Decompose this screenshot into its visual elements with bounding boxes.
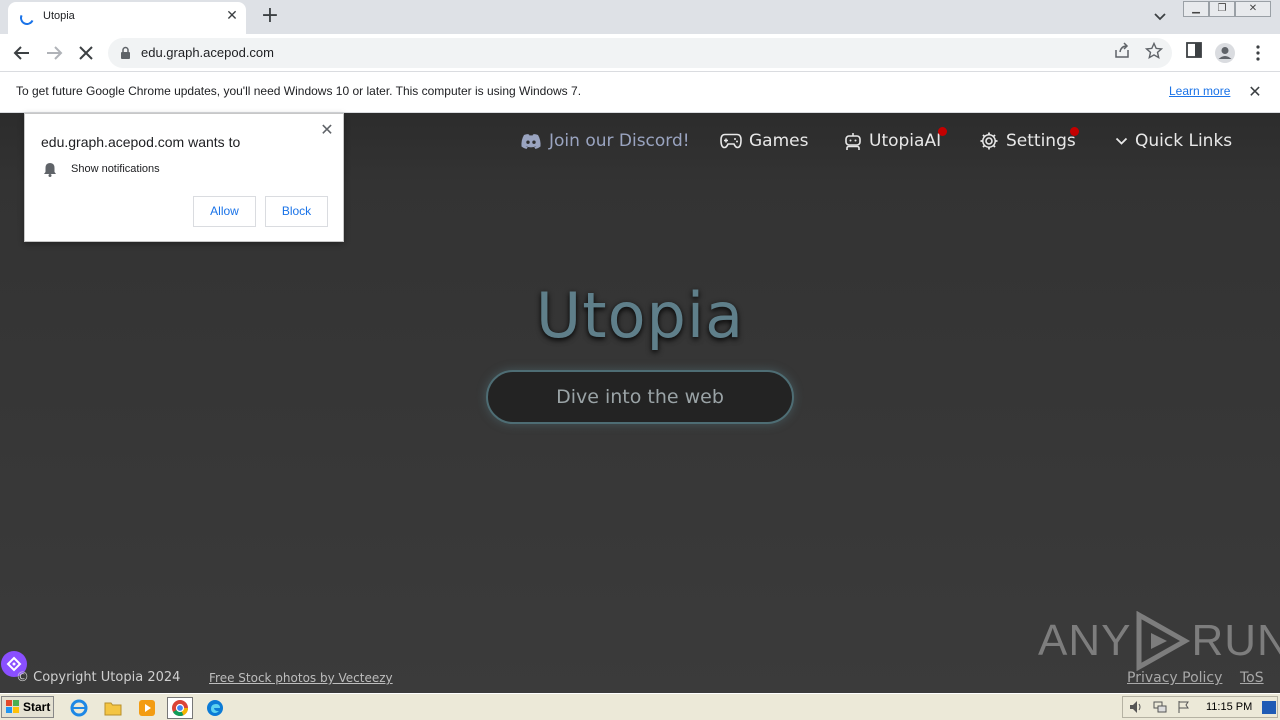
loading-spinner-icon <box>18 9 36 27</box>
hero-title: Utopia <box>535 279 745 352</box>
block-button[interactable]: Block <box>265 196 328 227</box>
chrome-icon[interactable] <box>167 697 193 719</box>
watermark-left: ANY <box>1038 616 1132 665</box>
watermark-right: RUN <box>1191 616 1280 665</box>
media-player-icon[interactable] <box>134 697 160 719</box>
gear-icon <box>980 132 998 150</box>
windows-taskbar: Start 11:15 PM <box>0 693 1280 720</box>
network-icon[interactable] <box>1153 700 1167 714</box>
profile-avatar-icon[interactable] <box>1214 42 1236 64</box>
lock-icon[interactable] <box>120 46 131 60</box>
volume-icon[interactable] <box>1129 700 1143 714</box>
nav-games-label: Games <box>749 131 809 151</box>
tab-strip: Utopia ✕ + ▁ ❐ ✕ <box>0 0 1280 34</box>
info-bar-close-icon[interactable]: ✕ <box>1246 82 1264 101</box>
side-panel-icon[interactable] <box>1183 42 1205 64</box>
system-tray <box>1122 696 1278 718</box>
bookmark-star-icon[interactable] <box>1143 41 1165 64</box>
nav-settings-label: Settings <box>1006 131 1076 151</box>
tab-title: Utopia <box>43 10 75 22</box>
start-button[interactable]: Start <box>1 696 54 718</box>
anyrun-watermark: ANY RUN <box>1038 611 1280 671</box>
nav-discord[interactable]: Join our Discord! <box>520 131 690 151</box>
bell-icon <box>44 163 56 177</box>
play-triangle-icon <box>1136 611 1191 671</box>
tab-close-icon[interactable]: ✕ <box>224 8 240 24</box>
chevron-down-icon <box>1115 137 1128 145</box>
footer-privacy-link[interactable]: Privacy Policy <box>1127 670 1222 686</box>
robot-icon <box>845 132 861 150</box>
tab-utopia[interactable]: Utopia ✕ <box>8 2 246 34</box>
dive-into-web-button[interactable]: Dive into the web <box>486 370 794 424</box>
notification-permission-popup: edu.graph.acepod.com wants to ✕ Show not… <box>24 113 344 242</box>
footer-tos-link[interactable]: ToS <box>1240 670 1264 686</box>
tab-search-icon[interactable] <box>1150 8 1170 26</box>
footer-credit-link[interactable]: Free Stock photos by Vecteezy <box>209 671 393 685</box>
back-icon[interactable] <box>11 42 33 64</box>
nav-quick-links-label: Quick Links <box>1135 131 1233 151</box>
restore-icon[interactable]: ❐ <box>1209 1 1235 17</box>
edge-icon[interactable] <box>202 697 228 719</box>
menu-kebab-icon[interactable] <box>1247 42 1269 64</box>
learn-more-link[interactable]: Learn more <box>1169 84 1230 98</box>
nav-settings[interactable]: Settings <box>979 131 1076 151</box>
file-explorer-icon[interactable] <box>100 697 126 719</box>
popup-permission-text: Show notifications <box>71 163 160 175</box>
popup-close-icon[interactable]: ✕ <box>319 120 335 139</box>
new-tab-icon[interactable]: + <box>258 4 282 28</box>
popup-title: edu.graph.acepod.com wants to <box>41 134 241 150</box>
update-info-bar: To get future Google Chrome updates, you… <box>0 72 1280 113</box>
taskbar-clock: 11:15 PM <box>1206 701 1253 713</box>
browser-toolbar: edu.graph.acepod.com <box>0 34 1280 72</box>
show-desktop-icon[interactable] <box>1262 701 1276 714</box>
nav-games[interactable]: Games <box>720 131 808 151</box>
share-icon[interactable] <box>1111 42 1133 64</box>
nav-quick-links[interactable]: Quick Links <box>1115 131 1232 151</box>
allow-button[interactable]: Allow <box>193 196 256 227</box>
address-bar[interactable]: edu.graph.acepod.com <box>108 38 1172 68</box>
nav-utopia-ai-label: UtopiaAI <box>869 131 942 151</box>
gamepad-icon <box>720 133 742 149</box>
stop-loading-icon[interactable] <box>75 42 97 64</box>
url-text[interactable]: edu.graph.acepod.com <box>141 45 274 60</box>
notification-dot <box>938 127 947 136</box>
window-close-icon[interactable]: ✕ <box>1235 1 1271 17</box>
nav-utopia-ai[interactable]: UtopiaAI <box>844 131 941 151</box>
internet-explorer-icon[interactable] <box>66 697 92 719</box>
windows-logo-icon <box>6 700 19 713</box>
discord-icon <box>521 133 541 149</box>
info-bar-message: To get future Google Chrome updates, you… <box>16 84 582 98</box>
nav-discord-label: Join our Discord! <box>549 131 690 151</box>
footer-copyright: © Copyright Utopia 2024 <box>16 670 181 685</box>
action-center-flag-icon[interactable] <box>1177 700 1191 714</box>
notification-dot <box>1070 127 1079 136</box>
start-label: Start <box>23 700 51 714</box>
minimize-icon[interactable]: ▁ <box>1183 1 1209 17</box>
forward-icon[interactable] <box>43 42 65 64</box>
